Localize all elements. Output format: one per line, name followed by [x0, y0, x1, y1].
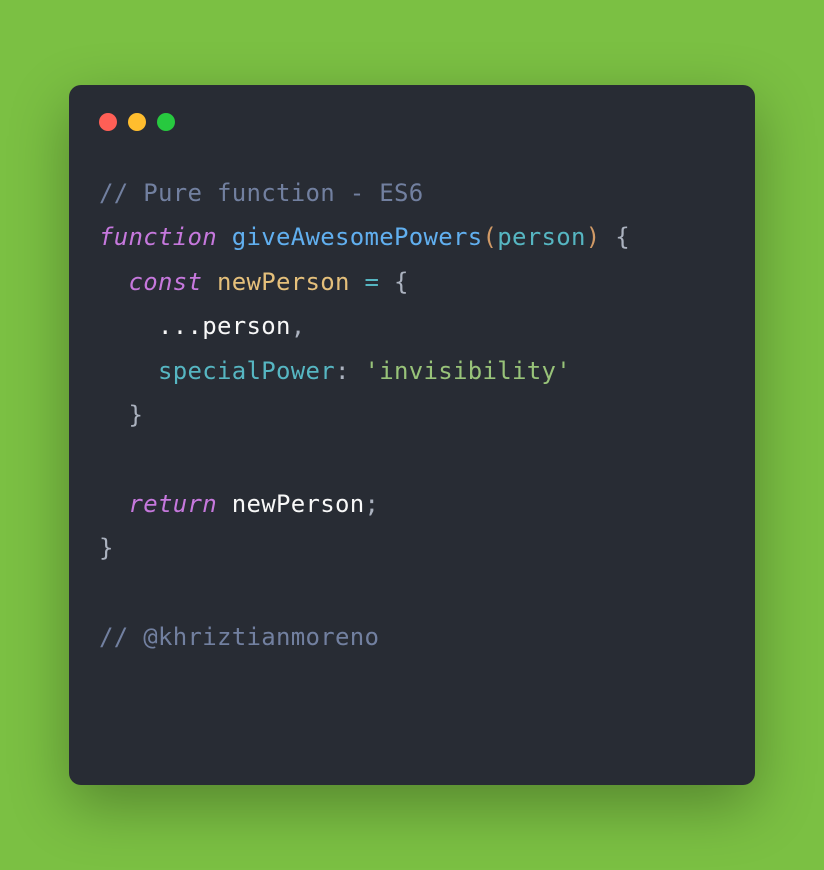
object-open: { [394, 268, 409, 296]
paren-open: ( [483, 223, 498, 251]
spread-operator: ... [99, 312, 202, 340]
keyword-return: return [129, 490, 218, 518]
paren-close: ) [586, 223, 601, 251]
keyword-const: const [129, 268, 203, 296]
close-icon[interactable] [99, 113, 117, 131]
comma: , [291, 312, 306, 340]
object-close: } [99, 401, 143, 429]
string-value: 'invisibility' [365, 357, 572, 385]
property-name: specialPower [99, 357, 335, 385]
variable-name: newPerson [217, 268, 350, 296]
spread-variable: person [202, 312, 291, 340]
function-close: } [99, 534, 114, 562]
maximize-icon[interactable] [157, 113, 175, 131]
code-editor: // Pure function - ES6 function giveAwes… [99, 171, 725, 659]
code-comment: // Pure function - ES6 [99, 179, 423, 207]
code-comment-author: // @khriztianmoreno [99, 623, 379, 651]
function-name: giveAwesomePowers [232, 223, 483, 251]
semicolon: ; [365, 490, 380, 518]
colon: : [335, 357, 365, 385]
brace-open: { [601, 223, 631, 251]
window-controls [99, 113, 725, 131]
parameter: person [497, 223, 586, 251]
return-variable: newPerson [232, 490, 365, 518]
minimize-icon[interactable] [128, 113, 146, 131]
code-window: // Pure function - ES6 function giveAwes… [69, 85, 755, 785]
operator-assign: = [350, 268, 394, 296]
keyword-function: function [99, 223, 217, 251]
